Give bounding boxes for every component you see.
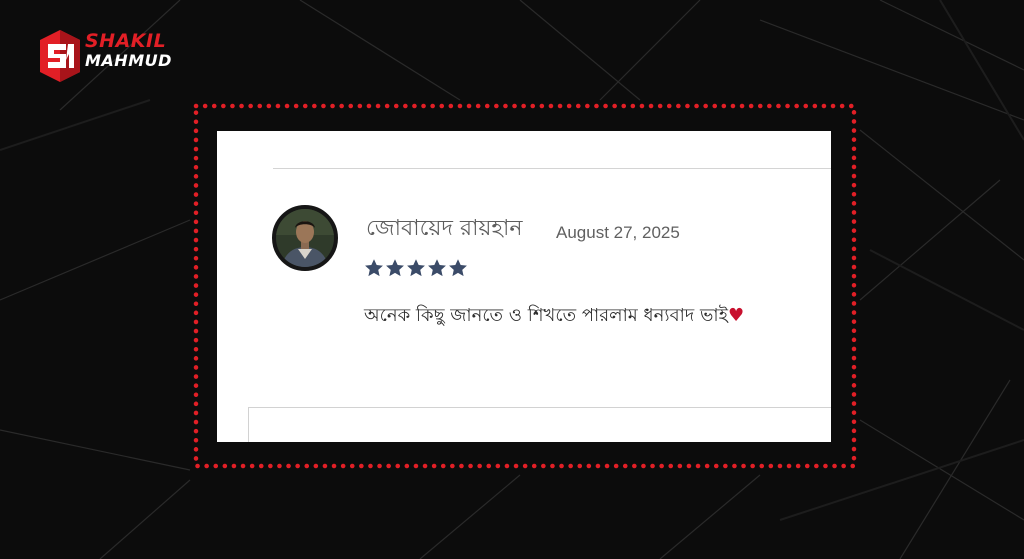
review-card: জোবায়েদ রায়হান August 27, 2025 অনেক কি… xyxy=(217,131,831,442)
star-icon xyxy=(449,259,467,277)
heart-icon: ♥ xyxy=(727,305,745,326)
star-icon xyxy=(365,259,383,277)
reply-box[interactable] xyxy=(248,407,831,442)
star-icon xyxy=(386,259,404,277)
brand-name-first: SHAKIL xyxy=(85,30,167,52)
sm-monogram-icon xyxy=(40,30,80,82)
reviewer-avatar-icon xyxy=(272,205,338,271)
reviewer-name: জোবায়েদ রায়হান xyxy=(366,216,523,241)
star-icon xyxy=(407,259,425,277)
review-date: August 27, 2025 xyxy=(556,223,680,242)
brand-logo[interactable]: SHAKIL MAHMUD xyxy=(38,28,178,88)
brand-name-last: MAHMUD xyxy=(85,51,172,70)
review-text: অনেক কিছু জানতে ও শিখতে পারলাম ধন্যবাদ ভ… xyxy=(364,303,744,329)
review-text-body: অনেক কিছু জানতে ও শিখতে পারলাম ধন্যবাদ ভ… xyxy=(364,305,728,326)
rating-stars xyxy=(364,258,468,280)
star-icon xyxy=(428,259,446,277)
divider xyxy=(273,168,831,169)
